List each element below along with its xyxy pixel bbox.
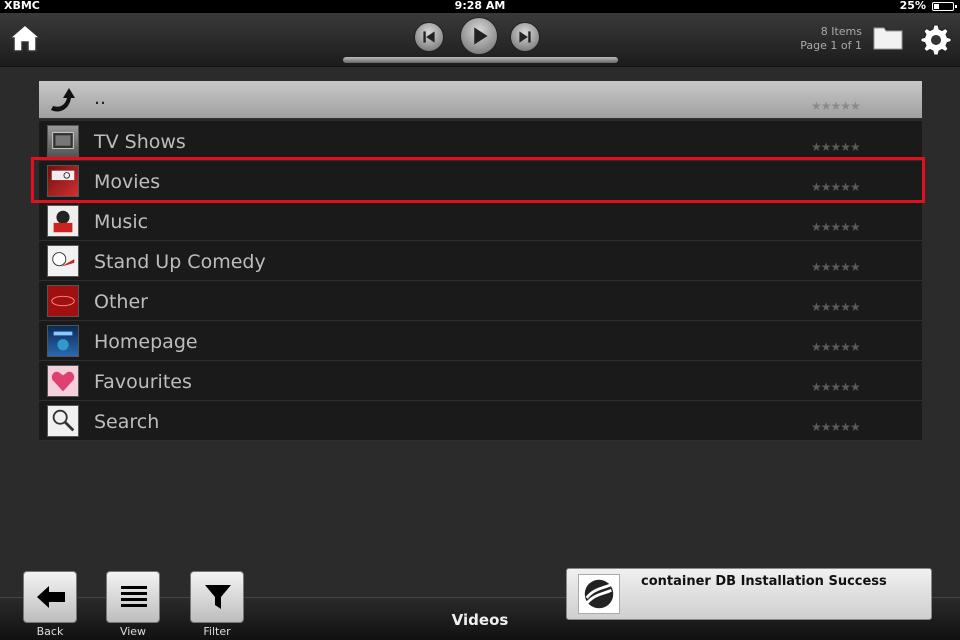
list-item[interactable]: Stand Up Comedy ★★★★★: [39, 241, 922, 281]
battery-icon: [932, 2, 957, 11]
list-item[interactable]: Movies ★★★★★: [39, 161, 922, 201]
back-button[interactable]: [23, 571, 77, 623]
skip-forward-icon: [519, 31, 531, 43]
addon-logo-icon: [578, 574, 620, 614]
list-item[interactable]: Favourites ★★★★★: [39, 361, 922, 401]
rating-stars: ★★★★★: [811, 99, 861, 113]
list-item[interactable]: Homepage ★★★★★: [39, 321, 922, 361]
filter-button[interactable]: [190, 571, 244, 623]
filter-label: Filter: [203, 625, 231, 638]
next-button[interactable]: [510, 22, 540, 52]
page-indicator: Page 1 of 1: [800, 39, 862, 52]
music-icon: [47, 205, 79, 237]
seek-bar[interactable]: [343, 57, 618, 63]
settings-button[interactable]: [918, 22, 952, 56]
rating-stars: ★★★★★: [811, 340, 861, 354]
list-item-label: Homepage: [94, 331, 198, 353]
transport-controls: [412, 17, 548, 57]
search-icon: [47, 405, 79, 437]
list-item-label: Music: [94, 211, 149, 233]
gear-icon: [920, 24, 952, 56]
tv-icon: [47, 125, 79, 157]
rating-stars: ★★★★★: [811, 420, 861, 434]
play-button[interactable]: [460, 17, 498, 55]
rating-stars: ★★★★★: [811, 300, 861, 314]
list-item[interactable]: Other ★★★★★: [39, 281, 922, 321]
back-arrow-icon: [47, 84, 79, 116]
previous-button[interactable]: [414, 22, 444, 52]
other-icon: [47, 285, 79, 317]
movie-icon: [47, 165, 79, 197]
items-count: 8 Items: [820, 25, 862, 38]
homepage-icon: [47, 325, 79, 357]
rating-stars: ★★★★★: [811, 140, 861, 154]
folder-icon: [873, 27, 903, 50]
skip-back-icon: [423, 31, 435, 43]
clock: 9:28 AM: [454, 0, 506, 12]
top-toolbar: 8 Items Page 1 of 1: [0, 13, 960, 67]
parent-folder-row[interactable]: .. ★★★★★: [39, 81, 922, 119]
status-bar: XBMC 9:28 AM 25%: [0, 0, 960, 13]
list-item-label: Other: [94, 291, 148, 313]
view-label: View: [119, 625, 147, 638]
list-item-label: Movies: [94, 171, 161, 193]
back-label: Back: [36, 625, 64, 638]
home-icon: [7, 24, 43, 52]
file-list: .. ★★★★★ TV Shows ★★★★★ Movies ★★★★★ Mus…: [39, 81, 922, 441]
rating-stars: ★★★★★: [811, 180, 861, 194]
home-button[interactable]: [7, 23, 43, 53]
play-icon: [474, 27, 488, 45]
battery-percent: 25%: [899, 0, 926, 12]
list-item-label: Search: [94, 411, 160, 433]
rating-stars: ★★★★★: [811, 260, 861, 274]
list-item-label: Favourites: [94, 371, 192, 393]
list-item[interactable]: Music ★★★★★: [39, 201, 922, 241]
section-title: Videos: [451, 611, 509, 629]
parent-folder-label: ..: [94, 87, 107, 109]
filter-icon: [205, 585, 231, 609]
arrow-left-icon: [37, 586, 65, 608]
list-item[interactable]: Search ★★★★★: [39, 401, 922, 441]
items-info: 8 Items Page 1 of 1: [800, 25, 862, 53]
notification-toast[interactable]: container DB Installation Success: [566, 568, 932, 620]
list-item-label: TV Shows: [94, 131, 186, 153]
list-view-icon: [121, 586, 147, 607]
notification-text: container DB Installation Success: [641, 574, 887, 589]
comedy-icon: [47, 245, 79, 277]
list-item[interactable]: TV Shows ★★★★★: [39, 121, 922, 161]
view-button[interactable]: [106, 571, 160, 623]
rating-stars: ★★★★★: [811, 380, 861, 394]
favourites-icon: [47, 365, 79, 397]
rating-stars: ★★★★★: [811, 220, 861, 234]
folder-button[interactable]: [873, 24, 903, 50]
list-item-label: Stand Up Comedy: [94, 251, 266, 273]
